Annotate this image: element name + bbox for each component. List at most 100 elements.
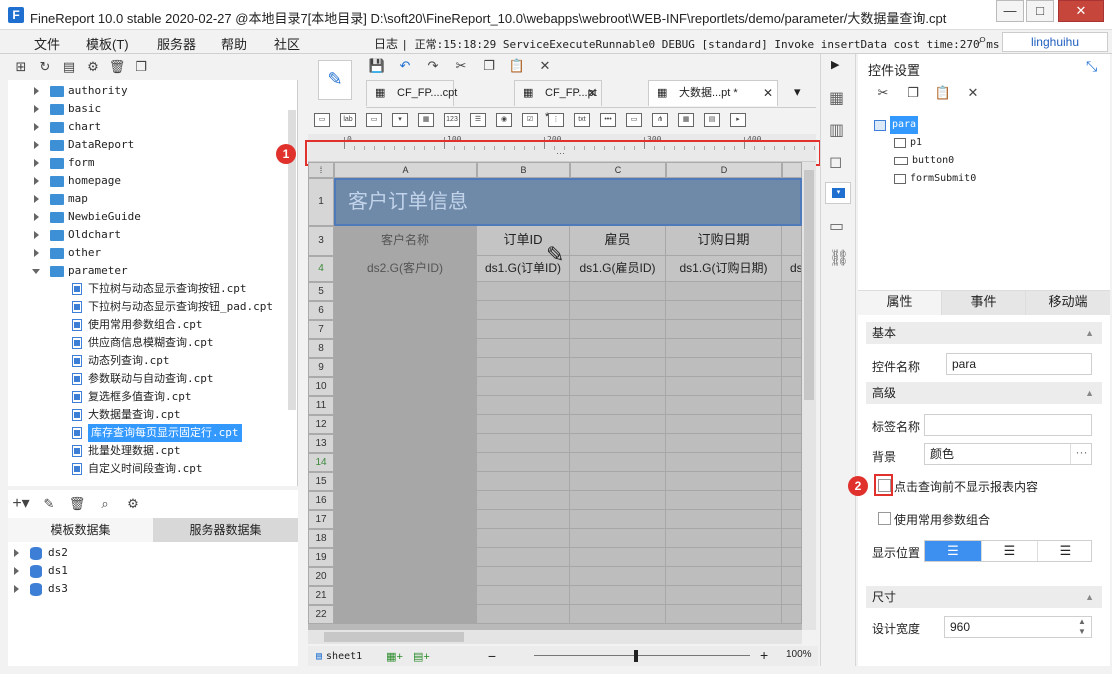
empty-cell[interactable] [334, 491, 477, 510]
empty-cell[interactable] [477, 510, 570, 529]
empty-cell[interactable] [782, 396, 802, 415]
expand-arrow-icon[interactable] [14, 549, 19, 557]
empty-cell[interactable] [666, 510, 782, 529]
empty-cell[interactable] [666, 472, 782, 491]
expand-arrow-icon[interactable] [34, 87, 39, 95]
header-cell[interactable] [782, 226, 802, 256]
menu-community[interactable]: 社区 [274, 34, 300, 53]
corner-cell[interactable]: ⁞ [308, 162, 334, 178]
copy-tool-icon[interactable]: ❐ [480, 57, 498, 75]
radio-widget-icon[interactable]: ◉ [496, 113, 512, 127]
menu-file[interactable]: 文件 [34, 34, 60, 53]
empty-cell[interactable] [782, 282, 802, 301]
empty-cell[interactable] [334, 358, 477, 377]
paste-icon[interactable]: 📋 [508, 57, 526, 75]
data-cell[interactable]: ds [782, 256, 802, 282]
vertical-scrollbar[interactable] [802, 162, 816, 630]
cut-widget-icon[interactable]: ✂ [874, 84, 892, 102]
row-header[interactable]: 14 [308, 453, 334, 472]
section-basic[interactable]: 基本 ▲ [866, 322, 1102, 344]
empty-cell[interactable] [666, 586, 782, 605]
empty-cell[interactable] [782, 339, 802, 358]
widget-node[interactable]: p1 [874, 134, 976, 152]
data-cell[interactable]: ds2.G(客户ID) [334, 256, 477, 282]
widget-node[interactable]: formSubmit0 [874, 170, 976, 188]
empty-cell[interactable] [334, 320, 477, 339]
empty-cell[interactable] [334, 567, 477, 586]
align-right-icon[interactable]: ☰ [1037, 541, 1093, 561]
clear-icon[interactable]: ✕ [536, 57, 554, 75]
empty-cell[interactable] [334, 282, 477, 301]
col-header-a[interactable]: A [334, 162, 477, 178]
settings-icon[interactable]: ⚙ [84, 58, 102, 76]
empty-cell[interactable] [666, 567, 782, 586]
tree-combo-widget-icon[interactable]: ⋔ [652, 113, 668, 127]
empty-cell[interactable] [477, 453, 570, 472]
minimize-button[interactable]: — [996, 0, 1024, 22]
empty-cell[interactable] [570, 377, 666, 396]
empty-cell[interactable] [570, 453, 666, 472]
data-cell[interactable]: ds1.G(订购日期) [666, 256, 782, 282]
align-center-icon[interactable]: ☰ [981, 541, 1037, 561]
empty-cell[interactable] [782, 434, 802, 453]
close-button[interactable]: ✕ [1058, 0, 1104, 22]
empty-cell[interactable] [477, 548, 570, 567]
number-widget-icon[interactable]: 123 [444, 113, 460, 127]
checkbox-widget-icon[interactable]: ☑ [522, 113, 538, 127]
empty-cell[interactable] [477, 415, 570, 434]
empty-cell[interactable] [666, 491, 782, 510]
widget-settings-tab[interactable]: ▾ [825, 182, 851, 204]
open-template-icon[interactable]: ▤ [60, 58, 78, 76]
empty-cell[interactable] [666, 605, 782, 624]
empty-cell[interactable] [477, 472, 570, 491]
paste-widget-icon[interactable]: 📋 [934, 84, 952, 102]
empty-cell[interactable] [666, 415, 782, 434]
name-input[interactable]: para [946, 353, 1092, 375]
empty-cell[interactable] [477, 377, 570, 396]
row-header[interactable]: 6 [308, 301, 334, 320]
collapse-arrow-icon[interactable] [32, 269, 40, 274]
empty-cell[interactable] [334, 510, 477, 529]
col-header-b[interactable]: B [477, 162, 570, 178]
row-header[interactable]: 11 [308, 396, 334, 415]
add-dataset-icon[interactable]: +▾ [12, 495, 30, 513]
expand-arrow-icon[interactable] [34, 123, 39, 131]
empty-cell[interactable] [782, 377, 802, 396]
empty-cell[interactable] [477, 434, 570, 453]
empty-cell[interactable] [666, 453, 782, 472]
button-widget-icon[interactable]: ▭ [626, 113, 642, 127]
add-poly-sheet-icon[interactable]: ▤+ [413, 650, 430, 663]
section-advanced[interactable]: 高级 ▲ [866, 382, 1102, 404]
row-header[interactable]: 10 [308, 377, 334, 396]
empty-cell[interactable] [666, 301, 782, 320]
maximize-button[interactable]: □ [1026, 0, 1054, 22]
empty-cell[interactable] [570, 548, 666, 567]
menu-template[interactable]: 模板(T) [86, 34, 129, 53]
scroll-thumb[interactable] [804, 170, 814, 400]
param-pane-icon[interactable]: ✎ [318, 60, 352, 100]
empty-cell[interactable] [666, 529, 782, 548]
empty-cell[interactable] [477, 339, 570, 358]
empty-cell[interactable] [477, 491, 570, 510]
empty-cell[interactable] [666, 358, 782, 377]
empty-cell[interactable] [782, 605, 802, 624]
empty-cell[interactable] [782, 510, 802, 529]
empty-cell[interactable] [334, 529, 477, 548]
empty-cell[interactable] [782, 320, 802, 339]
password-widget-icon[interactable]: ••• [600, 113, 616, 127]
empty-cell[interactable] [477, 320, 570, 339]
row-header[interactable]: 5 [308, 282, 334, 301]
expand-arrow-icon[interactable] [34, 213, 39, 221]
row-header[interactable]: 18 [308, 529, 334, 548]
expand-arrow-icon[interactable] [14, 585, 19, 593]
empty-cell[interactable] [334, 339, 477, 358]
label-widget-icon[interactable]: ▭ [314, 113, 330, 127]
section-size[interactable]: 尺寸 ▲ [866, 586, 1102, 608]
hscroll-thumb[interactable] [324, 632, 464, 642]
empty-cell[interactable] [334, 434, 477, 453]
empty-cell[interactable] [570, 396, 666, 415]
header-cell[interactable]: 订购日期 [666, 226, 782, 256]
empty-cell[interactable] [666, 339, 782, 358]
empty-cell[interactable] [334, 301, 477, 320]
empty-cell[interactable] [782, 567, 802, 586]
